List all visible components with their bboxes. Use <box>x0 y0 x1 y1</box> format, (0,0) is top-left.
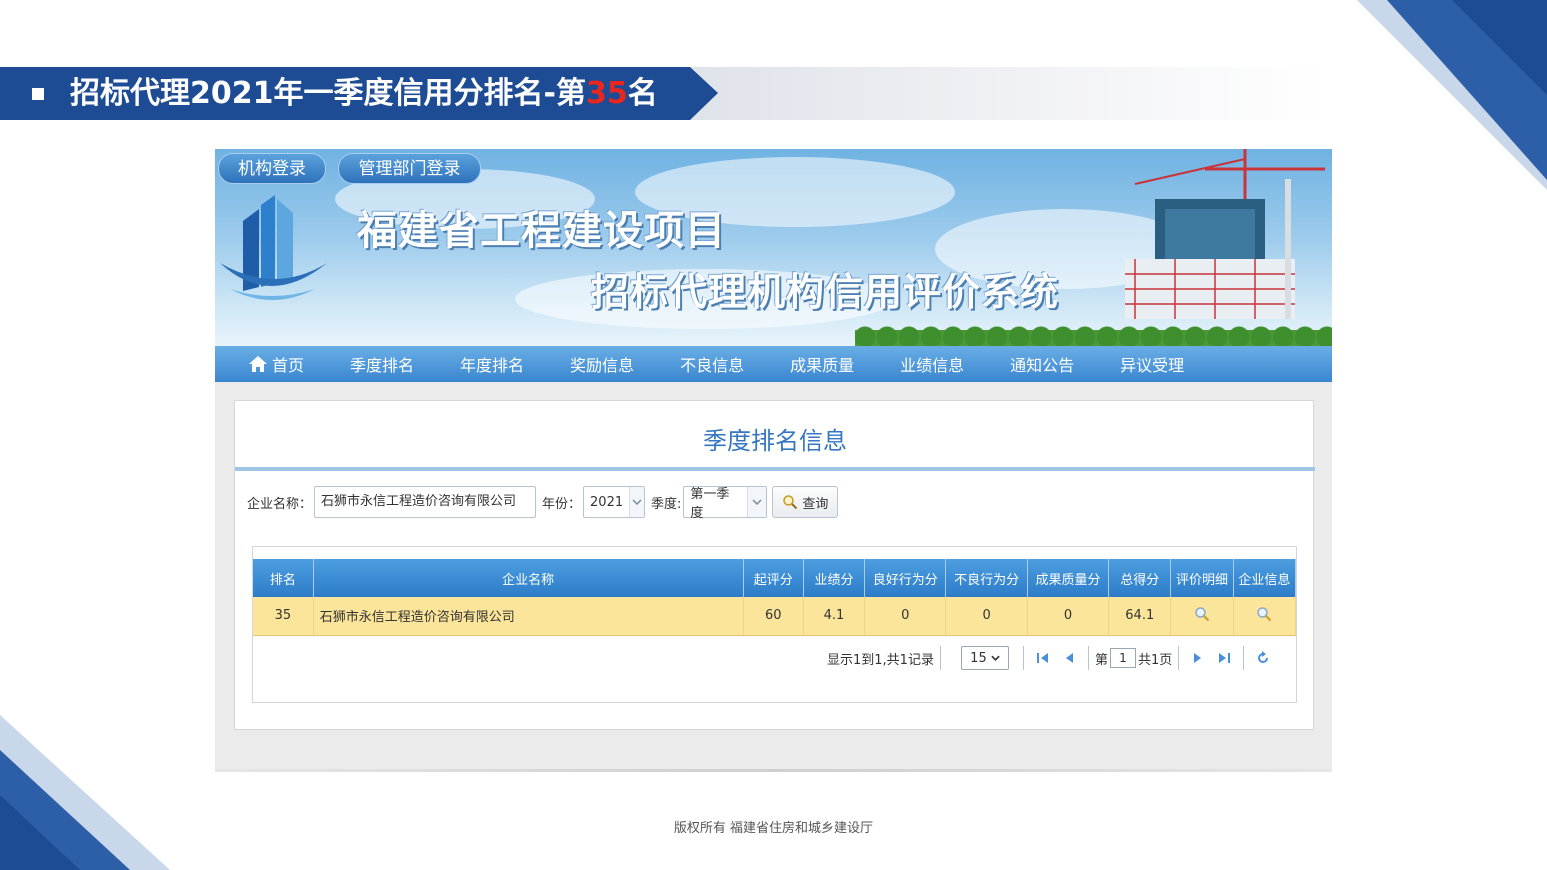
page-total-label: 共1页 <box>1137 652 1173 668</box>
nav-item-notices[interactable]: 通知公告 <box>1010 352 1074 376</box>
cell-evaluation-detail[interactable] <box>1170 597 1234 636</box>
col-header-total-score: 总得分 <box>1108 559 1172 597</box>
corner-decoration-top-right <box>1357 0 1547 190</box>
first-page-button[interactable] <box>1030 646 1056 670</box>
corner-decoration-bottom-left <box>0 715 170 870</box>
search-icon <box>783 495 798 510</box>
page-size-select[interactable]: 15 <box>960 646 1009 670</box>
nav-item-rewards[interactable]: 奖励信息 <box>570 352 634 376</box>
ranking-table-container: 排名 企业名称 起评分 业绩分 良好行为分 不良行为分 成果质量分 总得分 评价… <box>252 546 1297 703</box>
next-page-icon <box>1194 653 1202 663</box>
col-header-rank: 排名 <box>253 559 314 597</box>
title-bar-fade <box>690 67 1330 120</box>
nav-item-home[interactable]: 首页 <box>248 352 304 376</box>
home-icon <box>249 356 267 372</box>
nav-item-bad-records[interactable]: 不良信息 <box>680 352 744 376</box>
first-page-icon <box>1036 653 1048 663</box>
cell-bad-behavior-score: 0 <box>945 597 1028 636</box>
nav-item-quarterly-ranking[interactable]: 季度排名 <box>350 352 414 376</box>
slide-title: 招标代理2021年一季度信用分排名-第35名 <box>70 76 658 111</box>
quarterly-ranking-panel: 季度排名信息 企业名称： 石狮市永信工程造价咨询有限公司 年份： 2021 季度… <box>234 400 1315 730</box>
cell-quality-score: 0 <box>1027 597 1110 636</box>
quarter-label: 季度: <box>651 496 682 512</box>
magnifier-icon[interactable] <box>1194 606 1210 622</box>
cell-total-score: 64.1 <box>1108 597 1172 636</box>
site-footer-copyright: 版权所有 福建省住房和城乡建设厅 <box>673 821 874 836</box>
panel-title: 季度排名信息 <box>703 427 847 455</box>
col-header-quality-score: 成果质量分 <box>1027 559 1110 597</box>
site-logo-icon <box>220 195 327 300</box>
cell-rank: 35 <box>253 597 314 636</box>
quarter-select[interactable]: 第一季度 <box>683 486 768 521</box>
search-bar: 企业名称： 石狮市永信工程造价咨询有限公司 年份： 2021 季度: 第一季度 <box>247 485 839 521</box>
nav-item-objections[interactable]: 异议受理 <box>1120 352 1184 376</box>
org-login-button[interactable]: 机构登录 <box>218 153 326 184</box>
nav-item-annual-ranking[interactable]: 年度排名 <box>460 352 524 376</box>
banner-trees <box>855 317 1332 346</box>
prev-page-icon <box>1065 653 1073 663</box>
company-name-input[interactable]: 石狮市永信工程造价咨询有限公司 <box>314 486 537 518</box>
site-nav-bar: 首页 季度排名 年度排名 奖励信息 不良信息 成果质量 业绩信息 通知公告 异议… <box>215 346 1332 382</box>
next-page-button[interactable] <box>1185 646 1211 670</box>
pagination-summary: 显示1到1,共1记录 <box>827 652 934 668</box>
refresh-button[interactable] <box>1250 646 1276 670</box>
year-select[interactable]: 2021 <box>583 486 646 518</box>
prev-page-button[interactable] <box>1056 646 1082 670</box>
chevron-down-icon <box>746 487 767 517</box>
pager-divider <box>939 646 941 670</box>
cell-base-score: 60 <box>743 597 804 636</box>
page-size-value: 15 <box>970 650 987 666</box>
page-prefix-label: 第 <box>1094 652 1108 668</box>
cell-good-behavior-score: 0 <box>864 597 947 636</box>
banner-title-line1: 福建省工程建设项目 <box>357 207 726 254</box>
refresh-icon <box>1258 651 1269 663</box>
quarter-select-value: 第一季度 <box>690 487 730 521</box>
panel-divider <box>235 467 1315 471</box>
admin-login-button[interactable]: 管理部门登录 <box>338 153 481 184</box>
pager-divider <box>1087 646 1089 670</box>
table-header-row: 排名 企业名称 起评分 业绩分 良好行为分 不良行为分 成果质量分 总得分 评价… <box>253 559 1297 597</box>
magnifier-icon[interactable] <box>1256 606 1272 622</box>
slide-title-rank: 35 <box>585 76 628 111</box>
nav-item-performance[interactable]: 业绩信息 <box>900 352 964 376</box>
pagination-bar: 显示1到1,共1记录 15 第 1 共1页 <box>827 642 1276 674</box>
col-header-base-score: 起评分 <box>743 559 804 597</box>
chevron-down-icon <box>629 487 645 517</box>
chevron-down-icon <box>991 655 1000 661</box>
table-row: 35 石狮市永信工程造价咨询有限公司 60 4.1 0 0 0 64.1 <box>253 597 1297 636</box>
page-number-input[interactable]: 1 <box>1109 648 1136 668</box>
company-name-label: 企业名称： <box>247 496 313 512</box>
pager-divider <box>1022 646 1024 670</box>
banner-title-line2: 招标代理机构信用评价系统 <box>591 269 1060 314</box>
query-button-label: 查询 <box>802 496 829 512</box>
website-screenshot: 机构登录 管理部门登录 福建省工程建设项目 招标代理机构信用评价系统 首页 季度… <box>215 149 1332 772</box>
cell-performance-score: 4.1 <box>803 597 866 636</box>
site-bottom-shadow <box>215 769 1332 772</box>
col-header-performance-score: 业绩分 <box>803 559 866 597</box>
year-select-value: 2021 <box>590 494 624 510</box>
pager-divider <box>1178 646 1180 670</box>
last-page-button[interactable] <box>1211 646 1237 670</box>
cell-company-info[interactable] <box>1233 597 1297 636</box>
pager-divider <box>1243 646 1245 670</box>
slide-title-bar: 招标代理2021年一季度信用分排名-第35名 <box>0 67 1330 120</box>
site-banner: 机构登录 管理部门登录 福建省工程建设项目 招标代理机构信用评价系统 <box>215 149 1332 346</box>
col-header-company-info: 企业信息 <box>1233 559 1297 597</box>
col-header-company: 企业名称 <box>313 559 744 597</box>
query-button[interactable]: 查询 <box>772 486 839 518</box>
last-page-icon <box>1219 653 1231 663</box>
cell-company-name: 石狮市永信工程造价咨询有限公司 <box>313 597 744 636</box>
nav-item-label: 首页 <box>272 356 305 375</box>
title-bullet-icon <box>32 88 44 100</box>
nav-item-result-quality[interactable]: 成果质量 <box>790 352 854 376</box>
ranking-table: 排名 企业名称 起评分 业绩分 良好行为分 不良行为分 成果质量分 总得分 评价… <box>253 559 1297 636</box>
col-header-evaluation-detail: 评价明细 <box>1170 559 1234 597</box>
year-label: 年份： <box>542 496 582 512</box>
col-header-good-behavior-score: 良好行为分 <box>864 559 947 597</box>
col-header-bad-behavior-score: 不良行为分 <box>945 559 1028 597</box>
